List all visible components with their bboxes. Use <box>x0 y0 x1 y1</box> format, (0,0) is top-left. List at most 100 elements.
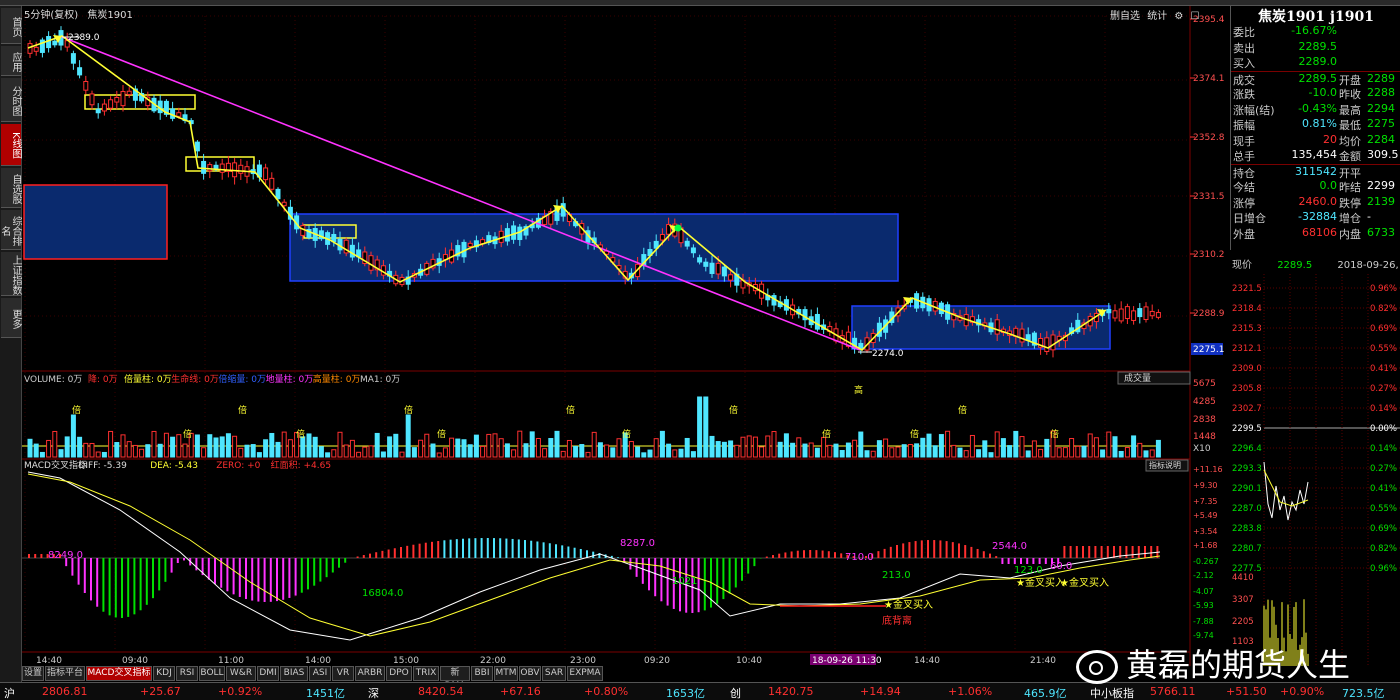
indicator-tab-4[interactable]: RSI <box>176 666 198 681</box>
indicator-tab-10[interactable]: VR <box>332 666 354 681</box>
macd-axis-label: -2.12 <box>1193 571 1214 580</box>
volume-bar <box>945 430 951 458</box>
volume-mark: 倍 <box>566 404 575 416</box>
nav-tab-7[interactable]: 更多 <box>1 298 21 338</box>
volume-bar <box>604 444 610 458</box>
volume-bar <box>895 446 901 458</box>
candle-body <box>697 257 703 263</box>
indicator-tab-18[interactable]: SAR <box>542 666 566 681</box>
quote-v1: 2289.0 <box>1298 55 1338 68</box>
volume-bar <box>126 441 132 458</box>
macd-annotation: 2544.0 <box>992 541 1027 552</box>
indicator-tab-12[interactable]: DPO <box>386 666 412 681</box>
candle-body <box>703 261 709 267</box>
volume-dropdown-label: 成交量 <box>1124 372 1151 384</box>
volume-bar <box>641 452 647 458</box>
volume-bar <box>39 451 45 458</box>
indicator-tab-5[interactable]: BOLL <box>199 666 225 681</box>
volume-bar <box>380 451 386 458</box>
left-nav: 首页 应用 分时图 K线图 自选股 综合排名 上证指数 更多 <box>0 6 22 682</box>
indicator-tab-1[interactable]: 指标平台 <box>45 666 85 681</box>
indicator-tab-6[interactable]: W&R <box>226 666 256 681</box>
volume-bar <box>1007 445 1013 458</box>
volume-mark: 倍 <box>404 404 413 416</box>
intraday-price-label: 2287.0 <box>1232 504 1262 514</box>
quote-v2: - <box>1367 210 1371 223</box>
symbol-label: 焦炭1901 <box>87 10 133 21</box>
intraday-chart[interactable]: 2321.5 0.96% 2318.4 0.82% 2315.3 0.69% 2312.1 0… <box>1230 274 1400 666</box>
volume-bar <box>318 446 324 458</box>
nav-tab-0[interactable]: 首页 <box>1 8 21 44</box>
quote-row: 外盘 68106 内盘 6733 <box>1231 226 1400 241</box>
indicator-tab-2[interactable]: MACD交叉指标 <box>86 666 152 681</box>
indicator-tab-9[interactable]: ASI <box>309 666 331 681</box>
sh-label: 沪 <box>4 687 15 700</box>
volume-bar <box>449 437 455 458</box>
indicator-tab-8[interactable]: BIAS <box>280 666 308 681</box>
volume-bar <box>752 436 758 458</box>
volume-bar <box>232 435 238 458</box>
volume-bar <box>101 451 107 458</box>
nav-tab-2[interactable]: 分时图 <box>1 78 21 122</box>
now-price-value: 2289.5 <box>1277 260 1313 271</box>
sh-index: 2806.81 <box>42 685 88 698</box>
indicator-tab-11[interactable]: ARBR <box>355 666 385 681</box>
time-axis-label: 11:00 <box>218 656 244 666</box>
volume-bar <box>1075 445 1081 458</box>
candle-body <box>201 160 207 174</box>
indicator-tab-7[interactable]: DMI <box>257 666 279 681</box>
indicator-tab-15[interactable]: BBI <box>471 666 493 681</box>
volume-bar <box>424 433 430 458</box>
nav-tab-3[interactable]: K线图 <box>1 124 21 166</box>
candle-body <box>70 53 76 64</box>
time-axis-label: 21:40 <box>1030 656 1056 666</box>
kline-chart[interactable]: 2389.02274.0 2395.42374.12352.82331.5231… <box>22 6 1230 666</box>
indicator-tab-16[interactable]: MTM <box>494 666 518 681</box>
volume-bar <box>542 448 548 458</box>
intraday-percent-label: 0.55% <box>1370 344 1397 354</box>
volume-bar <box>374 432 380 458</box>
indicator-tab-3[interactable]: KDJ <box>153 666 175 681</box>
volume-mark: 倍 <box>822 428 831 440</box>
volume-bar <box>721 441 727 458</box>
quote-v1: -0.43% <box>1298 101 1337 115</box>
indicator-tab-13[interactable]: TRIX <box>413 666 439 681</box>
indicator-tab-19[interactable]: EXPMA <box>567 666 603 681</box>
quote-row: 涨幅(结) -0.43% 最高 2294 <box>1231 102 1400 117</box>
volume-bar <box>77 436 83 458</box>
volume-axis-label: 1448 <box>1193 432 1216 442</box>
quote-l2: 内盘 <box>1339 227 1361 241</box>
period-label[interactable]: 5分钟(复权) <box>24 10 78 21</box>
self-select-button[interactable]: 删自选 <box>1110 11 1140 22</box>
volume-bar <box>870 450 876 458</box>
volume-bar <box>219 436 225 458</box>
quote-panel: 焦炭1901 j1901 委比 -16.67% 卖出 2289.5 买入 2289.0 成交… <box>1230 6 1400 250</box>
nav-tab-5[interactable]: 综合排名 <box>0 210 21 250</box>
candle-body <box>511 225 517 240</box>
window-icon[interactable]: ☐ <box>1191 11 1200 22</box>
volume-bar <box>1106 431 1112 458</box>
indicator-tab-17[interactable]: OBV <box>519 666 541 681</box>
macd-axis-label: +11.16 <box>1193 465 1223 474</box>
nav-tab-1[interactable]: 应用 <box>1 46 21 76</box>
candle-body <box>1118 308 1124 322</box>
indicator-tab-14[interactable]: 新DMA <box>440 666 470 691</box>
nav-tab-4[interactable]: 自选股 <box>1 168 21 208</box>
quote-v1: 2460.0 <box>1298 194 1338 208</box>
volume-bar <box>734 444 740 458</box>
quote-v1: -32884 <box>1298 210 1337 223</box>
volume-bar <box>46 439 52 458</box>
now-date: 2018-09-26, <box>1337 260 1399 271</box>
volume-header-item: MA1: 0万 <box>360 375 400 385</box>
stats-button[interactable]: 统计 <box>1147 11 1167 22</box>
nav-tab-6[interactable]: 上证指数 <box>1 252 21 296</box>
candle-body <box>728 274 734 281</box>
price-axis-label: 2288.9 <box>1193 309 1225 319</box>
candle-body <box>994 319 1000 335</box>
volume-bar <box>852 439 858 458</box>
gear-icon[interactable]: ⚙ <box>1174 11 1183 22</box>
indicator-tab-0[interactable]: 设置 <box>22 666 44 681</box>
volume-bar <box>771 431 777 458</box>
intraday-price-label: 2280.7 <box>1232 544 1262 554</box>
volume-bar <box>207 434 213 458</box>
